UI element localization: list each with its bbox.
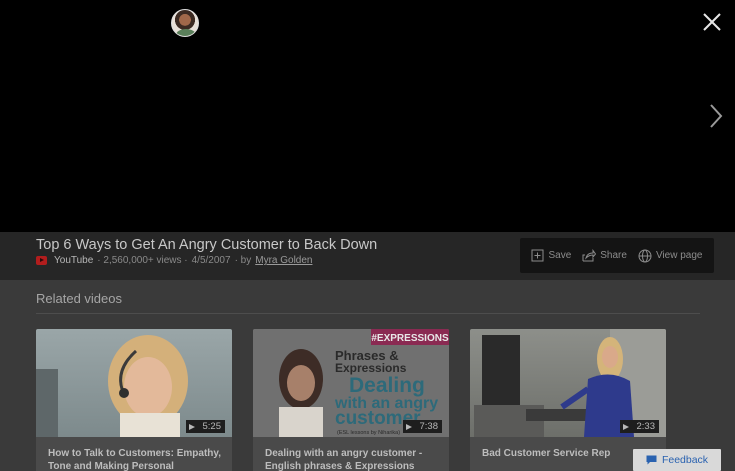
- view-page-button[interactable]: View page: [638, 249, 703, 263]
- video-meta: YouTube · 2,560,000+ views · 4/5/2007 · …: [36, 255, 312, 266]
- play-icon: [405, 423, 412, 430]
- video-thumbnail: #EXPRESSIONS Phrases & Expressions Deali…: [253, 329, 449, 437]
- save-icon: [531, 249, 544, 262]
- video-thumbnail: 2:33: [470, 329, 666, 437]
- channel-avatar[interactable]: [171, 9, 199, 37]
- related-video-card[interactable]: 5:25 How to Talk to Customers: Empathy, …: [36, 329, 232, 471]
- duration-badge: 5:25: [185, 420, 225, 433]
- chat-bubble-icon: [646, 455, 657, 465]
- related-video-title: Dealing with an angry customer - English…: [265, 448, 423, 471]
- video-info-bar: Top 6 Ways to Get An Angry Customer to B…: [0, 232, 735, 280]
- chevron-right-icon: [710, 104, 723, 128]
- duration-text: 2:33: [636, 421, 656, 432]
- thumb-line3: Dealing: [349, 374, 425, 397]
- view-page-label: View page: [655, 250, 703, 261]
- related-video-title: Bad Customer Service Rep: [482, 448, 611, 459]
- video-title: Top 6 Ways to Get An Angry Customer to B…: [36, 237, 378, 253]
- close-button[interactable]: [702, 12, 722, 32]
- share-icon: [582, 249, 597, 262]
- by-label: · by: [234, 255, 252, 266]
- thumb-footer: (ESL lessons by Niharika): [337, 430, 400, 436]
- thumb-line2: Expressions: [335, 361, 407, 375]
- play-icon: [622, 423, 629, 430]
- related-video-card[interactable]: #EXPRESSIONS Phrases & Expressions Deali…: [253, 329, 449, 471]
- next-video-button[interactable]: [706, 102, 726, 130]
- video-thumbnail: 5:25: [36, 329, 232, 437]
- feedback-label: Feedback: [661, 454, 709, 466]
- save-label: Save: [548, 250, 572, 261]
- play-icon: [188, 423, 195, 430]
- author-link[interactable]: Myra Golden: [255, 255, 312, 266]
- save-button[interactable]: Save: [531, 249, 571, 262]
- duration-text: 7:38: [419, 421, 439, 432]
- duration-badge: 7:38: [402, 420, 442, 433]
- video-source: YouTube: [54, 255, 94, 266]
- related-videos-heading: Related videos: [36, 291, 122, 306]
- duration-badge: 2:33: [619, 420, 659, 433]
- related-video-title: How to Talk to Customers: Empathy, Tone …: [48, 448, 221, 471]
- globe-icon: [638, 249, 652, 262]
- video-overlay: Top 6 Ways to Get An Angry Customer to B…: [0, 0, 735, 471]
- share-label: Share: [600, 250, 627, 261]
- feedback-button[interactable]: Feedback: [633, 449, 721, 471]
- close-icon: [703, 13, 721, 31]
- view-count: · 2,560,000+ views ·: [97, 255, 188, 266]
- thumb-tag-text: #EXPRESSIONS: [371, 333, 449, 344]
- publish-date: 4/5/2007: [191, 255, 231, 266]
- action-bar: Save Share View page: [520, 238, 714, 273]
- related-videos-section: Related videos 5:25 How to Talk to Custo…: [0, 280, 735, 471]
- share-button[interactable]: Share: [582, 249, 627, 262]
- youtube-icon: [36, 256, 47, 265]
- duration-text: 5:25: [202, 421, 222, 432]
- video-player[interactable]: [0, 0, 735, 232]
- section-divider: [36, 313, 700, 314]
